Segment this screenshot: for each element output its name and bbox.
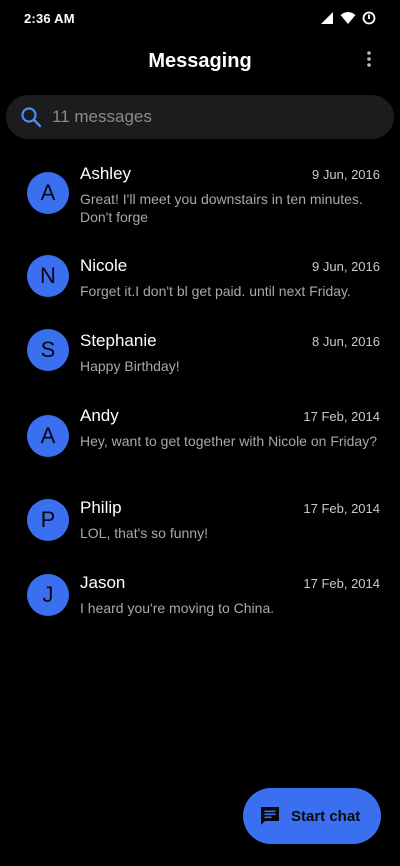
start-chat-label: Start chat [291,807,361,825]
avatar: P [27,499,69,541]
conversation-name: Ashley [80,164,132,183]
conversation-snippet: LOL, that's so funny! [80,525,208,541]
app-bar: Messaging [0,36,400,86]
signal-icon [320,11,334,25]
conversation-date: 9 Jun, 2016 [312,167,380,182]
start-chat-button[interactable]: Start chat [243,788,381,844]
conversation-date: 8 Jun, 2016 [312,334,380,349]
status-time: 2:36 AM [24,10,75,26]
conversation-list: A Ashley 9 Jun, 2016 Great! I'll meet yo… [0,150,400,620]
search-icon [20,106,42,128]
conversation-snippet: Happy Birthday! [80,358,180,374]
overflow-menu-button[interactable] [356,48,382,74]
conversation-item[interactable]: A Andy 17 Feb, 2014 Hey, want to get tog… [0,378,400,470]
conversation-name: Stephanie [80,331,157,350]
avatar: S [27,329,69,371]
avatar: A [27,415,69,457]
status-bar: 2:36 AM [0,0,400,36]
status-icons [320,11,376,25]
conversation-date: 17 Feb, 2014 [303,576,380,591]
conversation-item[interactable]: A Ashley 9 Jun, 2016 Great! I'll meet yo… [0,150,400,228]
conversation-item[interactable]: J Jason 17 Feb, 2014 I heard you're movi… [0,545,400,620]
conversation-date: 9 Jun, 2016 [312,259,380,274]
conversation-item[interactable]: P Philip 17 Feb, 2014 LOL, that's so fun… [0,470,400,545]
avatar: N [27,255,69,297]
conversation-name: Andy [80,406,119,425]
conversation-name: Philip [80,498,122,517]
chat-icon [259,805,281,827]
conversation-date: 17 Feb, 2014 [303,501,380,516]
search-input[interactable]: 11 messages [6,95,394,139]
wifi-icon [340,11,356,25]
conversation-item[interactable]: S Stephanie 8 Jun, 2016 Happy Birthday! [0,303,400,378]
conversation-date: 17 Feb, 2014 [303,409,380,424]
avatar: J [27,574,69,616]
conversation-name: Nicole [80,256,128,275]
conversation-snippet: Forget it.I don't bl get paid. until nex… [80,283,351,299]
conversation-snippet: Hey, want to get together with Nicole on… [80,433,378,449]
page-title: Messaging [148,49,252,72]
conversation-item[interactable]: N Nicole 9 Jun, 2016 Forget it.I don't b… [0,228,400,303]
search-placeholder: 11 messages [52,107,152,126]
conversation-name: Jason [80,573,126,592]
conversation-snippet: I heard you're moving to China. [80,600,275,616]
avatar: A [27,172,69,214]
more-vert-icon [366,50,372,73]
data-saver-icon [362,11,376,25]
conversation-snippet: Great! I'll meet you downstairs in ten m… [80,191,363,225]
